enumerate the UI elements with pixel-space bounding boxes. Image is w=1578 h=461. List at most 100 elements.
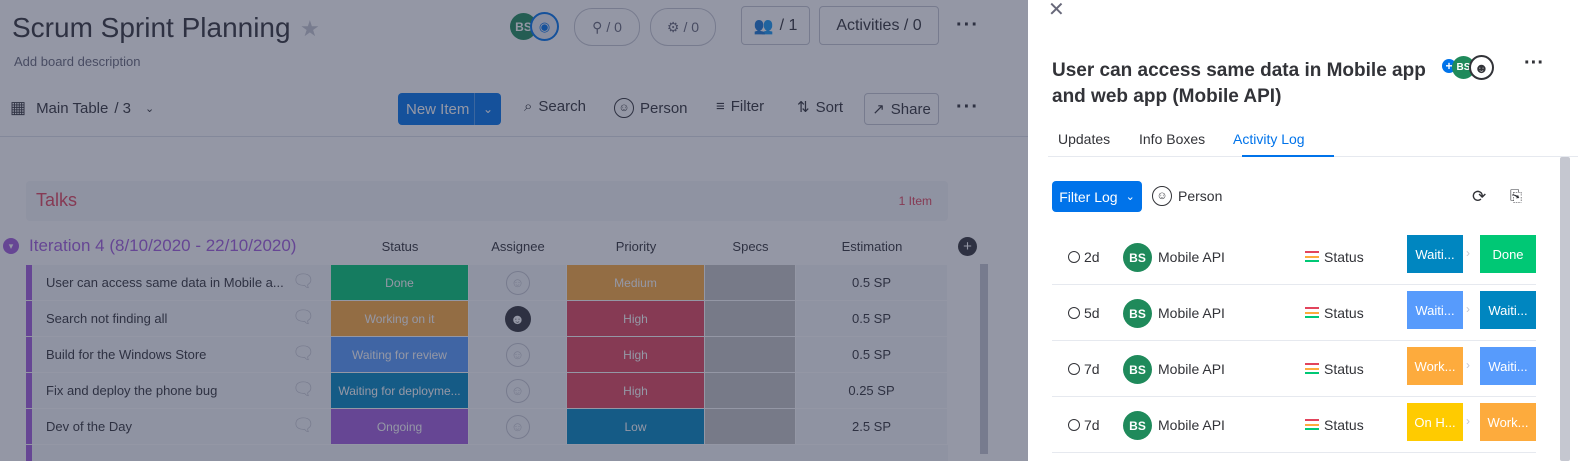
toolbar-menu-icon[interactable]: ··· xyxy=(956,96,979,119)
collapse-group-icon[interactable]: ▾ xyxy=(3,238,19,254)
column-header-estimation[interactable]: Estimation xyxy=(796,239,948,254)
estimation-cell[interactable]: 2.5 SP xyxy=(796,409,948,444)
log-avatar[interactable]: BS xyxy=(1123,299,1152,328)
estimation-cell[interactable]: 0.5 SP xyxy=(796,265,948,300)
person-filter-button[interactable]: ☺ Person xyxy=(1152,186,1222,206)
export-excel-icon[interactable]: ⎘ xyxy=(1510,188,1522,205)
star-icon[interactable]: ★ xyxy=(300,16,320,42)
item-name[interactable]: Fix and deploy the phone bug xyxy=(46,383,286,398)
automations-button[interactable]: ⚙ / 0 xyxy=(650,8,716,46)
group-title[interactable]: Iteration 4 (8/10/2020 - 22/10/2020) xyxy=(29,236,296,256)
priority-cell[interactable]: Low xyxy=(567,409,705,444)
specs-cell[interactable] xyxy=(705,301,796,336)
column-header-specs[interactable]: Specs xyxy=(705,239,796,254)
table-row[interactable] xyxy=(26,445,948,461)
empty-person-icon: ☺ xyxy=(505,414,530,439)
person-avatar-icon[interactable]: ☻ xyxy=(1469,55,1494,80)
comment-icon[interactable]: 🗨 xyxy=(292,307,316,329)
group-title[interactable]: Talks xyxy=(36,190,77,211)
column-header-priority[interactable]: Priority xyxy=(567,239,705,254)
column-header-status[interactable]: Status xyxy=(331,239,469,254)
table-row[interactable]: Fix and deploy the phone bug 🗨 Waiting f… xyxy=(26,373,948,408)
comment-icon[interactable]: 🗨 xyxy=(292,271,316,293)
search-button[interactable]: ⌕ Search xyxy=(524,98,586,115)
panel-scrollbar[interactable] xyxy=(1560,157,1570,461)
watch-icon[interactable]: ◉ xyxy=(530,12,559,41)
view-selector[interactable]: ▦ Main Table / 3 ⌄ xyxy=(10,98,154,118)
table-row[interactable]: Search not finding all 🗨 Working on it ☻… xyxy=(26,301,948,336)
estimation-cell[interactable]: 0.5 SP xyxy=(796,301,948,336)
item-name[interactable]: Search not finding all xyxy=(46,311,286,326)
person-filter-button[interactable]: ☺ Person xyxy=(614,98,688,118)
activities-button[interactable]: Activities / 0 xyxy=(819,6,939,45)
priority-cell[interactable]: High xyxy=(567,373,705,408)
board-title[interactable]: Scrum Sprint Planning xyxy=(12,12,291,44)
specs-cell[interactable] xyxy=(705,265,796,300)
specs-cell[interactable] xyxy=(705,373,796,408)
priority-cell[interactable]: High xyxy=(567,301,705,336)
status-column-icon xyxy=(1305,363,1319,374)
table-row[interactable]: Build for the Windows Store 🗨 Waiting fo… xyxy=(26,337,948,372)
person-label: Person xyxy=(640,99,688,117)
panel-menu-icon[interactable]: ··· xyxy=(1524,52,1544,75)
priority-cell[interactable]: High xyxy=(567,337,705,372)
sort-button[interactable]: ⇅ Sort xyxy=(797,98,843,117)
status-cell[interactable]: Working on it xyxy=(331,301,469,336)
item-name[interactable]: Dev of the Day xyxy=(46,419,286,434)
board-description[interactable]: Add board description xyxy=(14,54,140,69)
sort-icon: ⇅ xyxy=(797,99,810,116)
status-cell[interactable]: Waiting for deployme... xyxy=(331,373,469,408)
share-button[interactable]: ↗ Share xyxy=(864,93,939,125)
log-avatar[interactable]: BS xyxy=(1123,355,1152,384)
integrations-button[interactable]: ⚲ / 0 xyxy=(574,8,640,46)
item-name[interactable]: Build for the Windows Store xyxy=(46,347,286,362)
comment-icon[interactable]: 🗨 xyxy=(292,379,316,401)
assignee-cell[interactable]: ☻ xyxy=(469,301,567,336)
tab-updates[interactable]: Updates xyxy=(1058,131,1110,147)
chevron-down-icon[interactable]: ⌄ xyxy=(474,93,501,125)
table-row[interactable]: Dev of the Day 🗨 Ongoing ☺ Low 2.5 SP xyxy=(26,409,948,444)
status-cell[interactable]: Ongoing xyxy=(331,409,469,444)
log-entry: 7d BS Mobile API Status On H... › Work..… xyxy=(1052,397,1536,453)
log-item-name: Mobile API xyxy=(1158,361,1225,377)
add-column-icon[interactable]: + xyxy=(958,237,977,256)
assignee-cell[interactable]: ☺ xyxy=(469,337,567,372)
specs-cell[interactable] xyxy=(705,409,796,444)
filter-button[interactable]: ≡ Filter xyxy=(716,98,764,115)
item-title[interactable]: User can access same data in Mobile app … xyxy=(1052,58,1432,110)
tab-activity-log[interactable]: Activity Log xyxy=(1233,131,1305,147)
log-time: 7d xyxy=(1068,361,1100,377)
refresh-icon[interactable]: ⟳ xyxy=(1472,187,1486,207)
priority-cell[interactable]: Medium xyxy=(567,265,705,300)
status-cell[interactable]: Waiting for review xyxy=(331,337,469,372)
log-avatar[interactable]: BS xyxy=(1123,243,1152,272)
comment-icon[interactable]: 🗨 xyxy=(292,343,316,365)
specs-cell[interactable] xyxy=(705,337,796,372)
new-item-button[interactable]: New Item ⌄ xyxy=(398,93,501,125)
item-name[interactable]: User can access same data in Mobile a... xyxy=(46,275,286,290)
assignee-cell[interactable]: ☺ xyxy=(469,265,567,300)
log-item-name: Mobile API xyxy=(1158,417,1225,433)
column-header-assignee[interactable]: Assignee xyxy=(469,239,567,254)
assignee-cell[interactable]: ☺ xyxy=(469,373,567,408)
table-row[interactable]: User can access same data in Mobile a...… xyxy=(26,265,948,300)
members-button[interactable]: 👥 / 1 xyxy=(741,6,810,45)
chevron-right-icon: › xyxy=(1466,302,1470,316)
log-time: 7d xyxy=(1068,417,1100,433)
comment-icon[interactable]: 🗨 xyxy=(292,415,316,437)
log-column-name: Status xyxy=(1324,361,1364,377)
board-scrollbar[interactable] xyxy=(980,264,988,454)
log-time-value: 5d xyxy=(1084,305,1100,321)
log-avatar[interactable]: BS xyxy=(1123,411,1152,440)
board-menu-icon[interactable]: ··· xyxy=(956,14,979,37)
tab-info-boxes[interactable]: Info Boxes xyxy=(1139,131,1205,147)
log-time-value: 7d xyxy=(1084,361,1100,377)
filter-log-button[interactable]: Filter Log ⌄ xyxy=(1052,181,1142,212)
estimation-cell[interactable]: 0.5 SP xyxy=(796,337,948,372)
status-cell[interactable]: Done xyxy=(331,265,469,300)
to-status-chip: Waiti... xyxy=(1480,347,1536,385)
assignee-cell[interactable]: ☺ xyxy=(469,409,567,444)
close-icon[interactable]: ✕ xyxy=(1048,0,1065,22)
estimation-cell[interactable]: 0.25 SP xyxy=(796,373,948,408)
group-talks[interactable]: Talks 1 Item xyxy=(26,181,948,221)
